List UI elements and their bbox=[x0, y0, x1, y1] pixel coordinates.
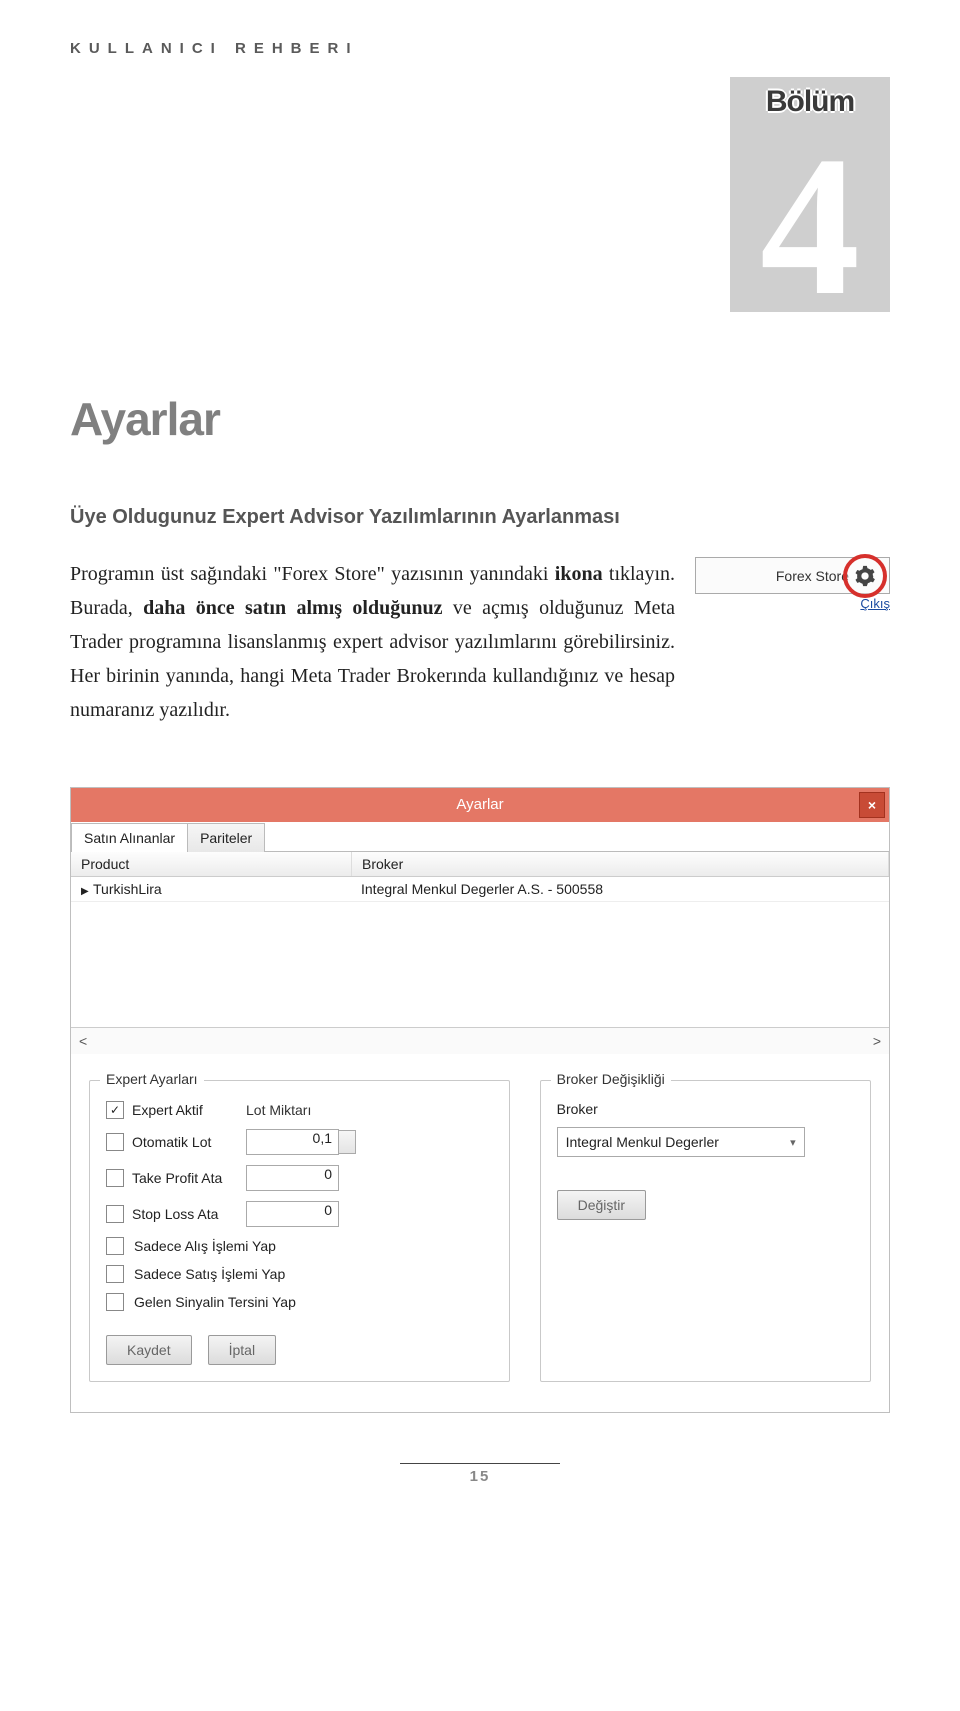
checkbox-stop-loss[interactable] bbox=[106, 1205, 124, 1223]
dialog-title-text: Ayarlar bbox=[456, 796, 503, 813]
logout-link[interactable]: Çıkış bbox=[695, 596, 890, 611]
save-button[interactable]: Kaydet bbox=[106, 1335, 192, 1365]
input-take-profit[interactable]: 0 bbox=[246, 1165, 339, 1191]
grid-body: TurkishLira Integral Menkul Degerler A.S… bbox=[71, 877, 889, 1027]
broker-change-panel: Broker Değişikliği Broker Integral Menku… bbox=[540, 1080, 871, 1382]
body-paragraph: Programın üst sağındaki "Forex Store" ya… bbox=[70, 557, 675, 727]
close-icon[interactable]: × bbox=[859, 792, 885, 818]
cell-product-text: TurkishLira bbox=[93, 881, 162, 897]
checkbox-expert-aktif[interactable] bbox=[106, 1101, 124, 1119]
panel-title-expert: Expert Ayarları bbox=[100, 1071, 204, 1087]
chapter-number: 4 bbox=[730, 127, 890, 327]
label-expert-aktif: Expert Aktif bbox=[132, 1102, 203, 1118]
grid-header: Product Broker bbox=[71, 852, 889, 877]
expert-settings-panel: Expert Ayarları Expert Aktif Lot Miktarı… bbox=[89, 1080, 510, 1382]
chevron-down-icon: ▾ bbox=[790, 1136, 796, 1149]
dialog-title: Ayarlar × bbox=[71, 788, 889, 822]
checkbox-sadece-satis[interactable] bbox=[106, 1265, 124, 1283]
body-text-bold: daha önce satın almış olduğunuz bbox=[143, 597, 442, 619]
gear-icon bbox=[854, 565, 876, 587]
header-running-title: KULLANICI REHBERI bbox=[70, 40, 890, 57]
label-lot-miktari: Lot Miktarı bbox=[246, 1102, 326, 1118]
column-broker: Broker bbox=[352, 852, 889, 876]
settings-dialog: Ayarlar × Satın Alınanlar Pariteler Prod… bbox=[70, 787, 890, 1413]
change-button[interactable]: Değiştir bbox=[557, 1190, 646, 1220]
tab-pariteler[interactable]: Pariteler bbox=[187, 823, 265, 852]
checkbox-otomatik-lot[interactable] bbox=[106, 1133, 124, 1151]
label-sadece-satis: Sadece Satış İşlemi Yap bbox=[134, 1266, 285, 1282]
chapter-box: Bölüm 4 bbox=[70, 77, 890, 312]
label-broker: Broker bbox=[557, 1101, 854, 1117]
cancel-button[interactable]: İptal bbox=[208, 1335, 276, 1365]
label-stop-loss: Stop Loss Ata bbox=[132, 1206, 218, 1222]
chapter-label: Bölüm bbox=[730, 85, 890, 119]
body-text-bold: ikona bbox=[555, 563, 603, 585]
horizontal-scrollbar[interactable]: < > bbox=[71, 1027, 889, 1054]
page-number: 15 bbox=[400, 1463, 560, 1485]
label-otomatik-lot: Otomatik Lot bbox=[132, 1134, 211, 1150]
broker-select-value: Integral Menkul Degerler bbox=[566, 1134, 719, 1150]
input-lot-value: 0,1 bbox=[313, 1130, 332, 1146]
checkbox-sadece-alis[interactable] bbox=[106, 1237, 124, 1255]
cell-broker: Integral Menkul Degerler A.S. - 500558 bbox=[351, 877, 889, 901]
tabs-row: Satın Alınanlar Pariteler bbox=[71, 822, 889, 852]
checkbox-take-profit[interactable] bbox=[106, 1169, 124, 1187]
cell-product: TurkishLira bbox=[71, 877, 351, 901]
label-sadece-alis: Sadece Alış İşlemi Yap bbox=[134, 1238, 276, 1254]
subheading: Üye Oldugunuz Expert Advisor Yazılımları… bbox=[70, 506, 890, 529]
label-take-profit: Take Profit Ata bbox=[132, 1170, 222, 1186]
panel-title-broker: Broker Değişikliği bbox=[551, 1071, 671, 1087]
input-stop-loss[interactable]: 0 bbox=[246, 1201, 339, 1227]
forex-store-button-row: Forex Store bbox=[695, 557, 890, 594]
checkbox-ters-sinyal[interactable] bbox=[106, 1293, 124, 1311]
tab-satin-alinanlar[interactable]: Satın Alınanlar bbox=[71, 823, 188, 852]
scroll-right-icon[interactable]: > bbox=[873, 1033, 881, 1049]
column-product: Product bbox=[71, 852, 352, 876]
page-title: Ayarlar bbox=[70, 392, 890, 446]
spinner-icon[interactable] bbox=[338, 1130, 356, 1154]
row-pointer-icon bbox=[81, 881, 93, 897]
body-text-frag: Programın üst sağındaki "Forex Store" ya… bbox=[70, 563, 555, 585]
broker-select[interactable]: Integral Menkul Degerler ▾ bbox=[557, 1127, 805, 1157]
table-row[interactable]: TurkishLira Integral Menkul Degerler A.S… bbox=[71, 877, 889, 902]
forex-store-label: Forex Store bbox=[776, 568, 849, 584]
settings-gear-icon-highlight[interactable] bbox=[843, 554, 887, 598]
scroll-left-icon[interactable]: < bbox=[79, 1033, 87, 1049]
forex-store-screenshot: Forex Store Çıkış bbox=[695, 537, 890, 611]
input-lot[interactable]: 0,1 bbox=[246, 1129, 339, 1155]
label-ters-sinyal: Gelen Sinyalin Tersini Yap bbox=[134, 1294, 296, 1310]
